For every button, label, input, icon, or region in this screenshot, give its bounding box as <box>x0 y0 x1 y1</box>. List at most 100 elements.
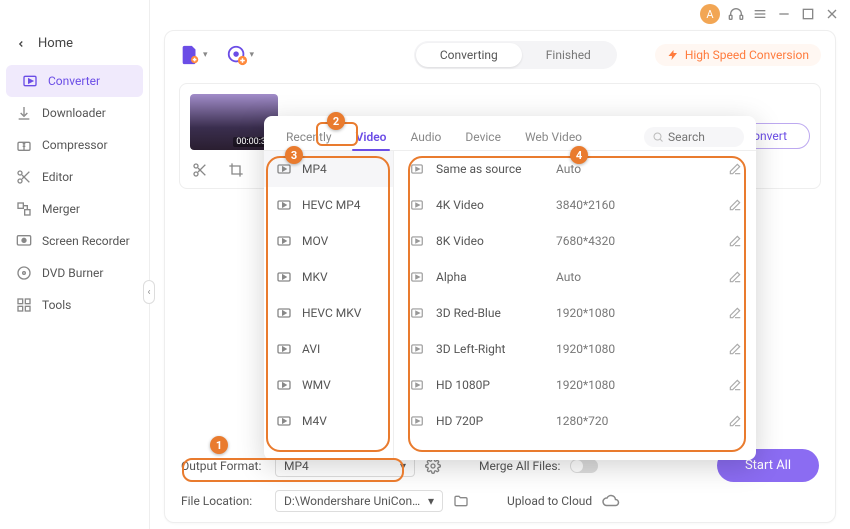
chevron-down-icon: ▾ <box>428 494 434 508</box>
tab-finished[interactable]: Finished <box>522 43 615 67</box>
downloader-icon <box>16 105 32 121</box>
sidebar-item-compressor[interactable]: Compressor <box>0 129 149 161</box>
popup-tab-audio[interactable]: Audio <box>400 124 451 150</box>
merger-icon <box>16 201 32 217</box>
video-icon <box>408 340 426 358</box>
video-icon <box>408 196 426 214</box>
format-item-wmv[interactable]: WMV <box>264 367 393 403</box>
format-icon <box>276 269 292 285</box>
resolution-item[interactable]: 3D Red-Blue1920*1080 <box>394 295 756 331</box>
resolution-name: Alpha <box>436 270 556 284</box>
folder-icon[interactable] <box>453 493 469 509</box>
format-icon <box>276 161 292 177</box>
video-icon <box>408 412 426 430</box>
format-label: MP4 <box>302 162 327 176</box>
chevron-down-icon: ▾ <box>250 50 255 60</box>
sidebar-item-dvd-burner[interactable]: DVD Burner <box>0 257 149 289</box>
resolution-value: 1920*1080 <box>556 306 728 320</box>
status-tabs: Converting Finished <box>414 41 617 69</box>
annotation-badge-3: 3 <box>285 146 303 164</box>
add-file-button[interactable]: ▾ <box>179 44 208 66</box>
sidebar-item-label: Editor <box>42 170 73 184</box>
edit-icon[interactable] <box>728 378 742 392</box>
sidebar-item-label: Converter <box>48 74 100 88</box>
editor-icon <box>16 169 32 185</box>
format-item-m4v[interactable]: M4V <box>264 403 393 439</box>
format-label: M4V <box>302 414 327 428</box>
trim-icon[interactable] <box>192 162 208 178</box>
resolution-item[interactable]: 3D Left-Right1920*1080 <box>394 331 756 367</box>
format-item-mkv[interactable]: MKV <box>264 259 393 295</box>
cloud-icon[interactable] <box>602 492 620 510</box>
resolution-item[interactable]: 8K Video7680*4320 <box>394 223 756 259</box>
search-icon <box>652 131 664 143</box>
minimize-icon[interactable] <box>776 6 792 22</box>
format-icon <box>276 413 292 429</box>
edit-icon[interactable] <box>728 162 742 176</box>
sidebar-item-converter[interactable]: Converter <box>6 65 143 97</box>
resolution-item[interactable]: AlphaAuto <box>394 259 756 295</box>
edit-icon[interactable] <box>728 270 742 284</box>
merge-label: Merge All Files: <box>479 459 560 473</box>
resolution-item[interactable]: HD 720P1280*720 <box>394 403 756 439</box>
tab-converting[interactable]: Converting <box>416 43 522 67</box>
resolution-value: 7680*4320 <box>556 234 728 248</box>
format-item-hevc-mp4[interactable]: HEVC MP4 <box>264 187 393 223</box>
sidebar-item-label: DVD Burner <box>42 266 103 280</box>
format-item-avi[interactable]: AVI <box>264 331 393 367</box>
resolution-name: 8K Video <box>436 234 556 248</box>
sidebar-item-downloader[interactable]: Downloader <box>0 97 149 129</box>
annotation-badge-4: 4 <box>570 146 588 164</box>
format-item-mp4[interactable]: MP4 <box>264 151 393 187</box>
popup-search[interactable] <box>644 127 744 147</box>
sidebar-item-editor[interactable]: Editor <box>0 161 149 193</box>
format-label: MOV <box>302 234 328 248</box>
upload-label: Upload to Cloud <box>507 494 592 508</box>
resolution-name: 3D Red-Blue <box>436 306 556 320</box>
format-item-mov[interactable]: MOV <box>264 223 393 259</box>
edit-icon[interactable] <box>728 234 742 248</box>
home-nav[interactable]: Home <box>0 28 149 59</box>
chevron-down-icon: ▾ <box>203 50 208 60</box>
sidebar-item-merger[interactable]: Merger <box>0 193 149 225</box>
chevron-left-icon <box>16 39 26 49</box>
crop-icon[interactable] <box>228 162 244 178</box>
resolution-name: HD 720P <box>436 414 556 428</box>
format-icon <box>276 341 292 357</box>
screen-recorder-icon <box>16 233 32 249</box>
format-icon <box>276 377 292 393</box>
annotation-badge-2: 2 <box>327 112 345 130</box>
merge-toggle[interactable] <box>570 459 598 473</box>
popup-search-input[interactable] <box>668 130 728 144</box>
file-location-select[interactable]: D:\Wondershare UniConverter 1▾ <box>275 490 443 512</box>
format-label: WMV <box>302 378 331 392</box>
menu-icon[interactable] <box>752 6 768 22</box>
edit-icon[interactable] <box>728 306 742 320</box>
video-icon <box>408 268 426 286</box>
annotation-badge-1: 1 <box>210 436 228 454</box>
edit-icon[interactable] <box>728 342 742 356</box>
high-speed-conversion[interactable]: High Speed Conversion <box>655 44 821 66</box>
avatar[interactable]: A <box>700 4 720 24</box>
edit-icon[interactable] <box>728 414 742 428</box>
format-label: MKV <box>302 270 328 284</box>
dvd-burner-icon <box>16 265 32 281</box>
resolution-value: 3840*2160 <box>556 198 728 212</box>
close-icon[interactable] <box>824 6 840 22</box>
maximize-icon[interactable] <box>800 6 816 22</box>
resolution-name: HD 1080P <box>436 378 556 392</box>
sidebar-item-screen-recorder[interactable]: Screen Recorder <box>0 225 149 257</box>
popup-tab-video[interactable]: Video <box>346 124 397 150</box>
video-icon <box>408 304 426 322</box>
resolution-item[interactable]: HD 1080P1920*1080 <box>394 367 756 403</box>
popup-tab-device[interactable]: Device <box>455 124 511 150</box>
compressor-icon <box>16 137 32 153</box>
resolution-value: Auto <box>556 162 728 176</box>
sidebar-item-tools[interactable]: Tools <box>0 289 149 321</box>
headset-icon[interactable] <box>728 6 744 22</box>
format-item-hevc-mkv[interactable]: HEVC MKV <box>264 295 393 331</box>
edit-icon[interactable] <box>728 198 742 212</box>
add-disc-button[interactable]: ▾ <box>226 44 255 66</box>
sidebar-item-label: Compressor <box>42 138 108 152</box>
resolution-item[interactable]: 4K Video3840*2160 <box>394 187 756 223</box>
